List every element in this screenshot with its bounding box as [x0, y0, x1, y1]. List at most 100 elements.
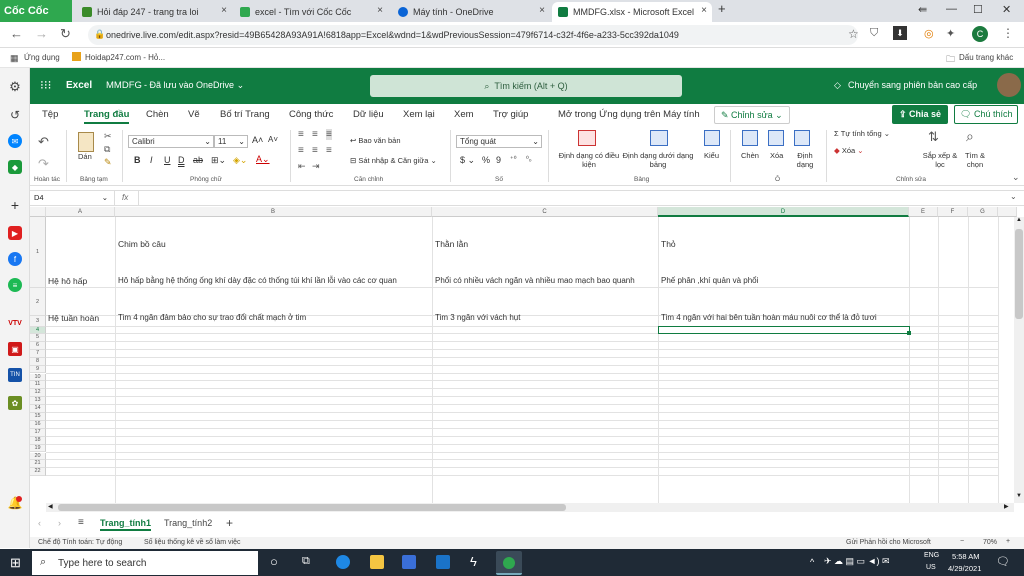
messenger-icon[interactable]: ✉ [8, 134, 22, 148]
double-underline-icon[interactable]: D [178, 155, 185, 165]
comments-button[interactable]: 🗨 Chú thích [954, 105, 1019, 124]
undo-icon[interactable]: ↶ [38, 134, 49, 150]
browser-tab-excel-active[interactable]: MMDFG.xlsx - Microsoft Excel × [552, 2, 712, 22]
format-as-table-icon[interactable] [650, 130, 668, 146]
browser-tab-excel-search[interactable]: excel - Tìm với Cốc Cốc × [234, 2, 388, 22]
zoom-in-icon[interactable]: + [1006, 538, 1010, 545]
delete-cells-label[interactable]: Xóa [770, 151, 783, 160]
add-icon[interactable]: + [8, 197, 22, 213]
new-tab-icon[interactable]: + [718, 1, 726, 16]
input-region[interactable]: US [926, 564, 936, 571]
font-size-dropdown[interactable]: 11 ⌄ [214, 135, 248, 148]
zoom-level[interactable]: 70% [983, 539, 997, 546]
insert-cells-icon[interactable] [742, 130, 758, 146]
puzzle-icon[interactable]: ✦ [946, 27, 955, 40]
collapse-ribbon-icon[interactable]: ⌄ [1012, 172, 1020, 183]
row-header-3[interactable]: 3 [30, 316, 46, 327]
fill-handle[interactable] [907, 331, 911, 335]
row-header-11[interactable]: 11 [30, 381, 46, 390]
bookmark-star-icon[interactable]: ☆ [848, 27, 859, 41]
minimize-icon[interactable]: — [946, 3, 957, 15]
spreadsheet-grid[interactable]: A B C D E F G 1 2 3 4 5 6 7 8 9 10 11 12 13 14 15 1… [30, 207, 1017, 503]
row-header-19[interactable]: 19 [30, 444, 46, 453]
cell-b2[interactable]: Hô hấp bằng hệ thống ống khí dày đặc có … [118, 276, 397, 285]
youtube-icon[interactable]: ▶ [8, 226, 22, 240]
bold-icon[interactable]: B [134, 155, 141, 165]
clear-button[interactable]: ◆ Xóa ⌄ [834, 146, 864, 155]
comma-icon[interactable]: 9 [496, 155, 501, 165]
search-box[interactable]: ⌕ Tìm kiếm (Alt + Q) [370, 75, 682, 97]
font-color-icon[interactable]: A⌄ [256, 154, 270, 165]
radio-icon[interactable]: TIN [8, 368, 22, 382]
find-select-icon[interactable]: ⌕ [966, 128, 974, 145]
tab-review[interactable]: Xem lại [403, 109, 435, 120]
clock-date[interactable]: 4/29/2021 [948, 564, 981, 573]
col-header-g[interactable]: G [968, 207, 998, 217]
news-icon[interactable]: ▣ [8, 342, 22, 356]
cell-a2[interactable]: Hệ hô hấp [48, 276, 87, 286]
mail-icon[interactable] [436, 555, 450, 569]
tab-formulas[interactable]: Công thức [289, 109, 333, 120]
workbook-stats[interactable]: Số liệu thống kê về sổ làm việc [144, 539, 241, 546]
extension-icon[interactable]: ◎ [924, 27, 934, 40]
profile-avatar[interactable]: C [972, 26, 988, 42]
tab-data[interactable]: Dữ liệu [353, 109, 384, 120]
row-header-17[interactable]: 17 [30, 428, 46, 437]
align-center-icon[interactable]: ≡ [312, 145, 318, 156]
row-header-22[interactable]: 22 [30, 468, 46, 477]
function-icon[interactable]: fx [122, 193, 128, 202]
format-as-table-label[interactable]: Định dạng dưới dạng bảng [622, 151, 694, 169]
col-header-b[interactable]: B [115, 207, 432, 217]
selected-cell-d4[interactable] [658, 326, 910, 334]
cell-a3[interactable]: Hệ tuần hoàn [48, 313, 99, 323]
tray-up-icon[interactable]: ^ [810, 557, 814, 567]
col-header-d[interactable]: D [658, 207, 909, 217]
row-header-21[interactable]: 21 [30, 460, 46, 469]
browser-tab-hoidap[interactable]: Hỏi đáp 247 - trang tra loi × [76, 2, 232, 22]
col-header-c[interactable]: C [432, 207, 658, 217]
name-box[interactable]: D4 ⌄ [32, 193, 112, 204]
next-sheet-icon[interactable]: › [58, 518, 61, 528]
store-icon[interactable] [402, 555, 416, 569]
scroll-down-icon[interactable]: ▼ [1016, 493, 1022, 499]
shield-icon[interactable]: ⛉ [870, 27, 878, 40]
history-icon[interactable]: ↺ [8, 108, 22, 122]
align-middle-icon[interactable]: ≡ [312, 129, 318, 140]
document-name[interactable]: MMDFG [106, 80, 142, 91]
open-desktop-app[interactable]: Mở trong Ứng dụng trên Máy tính [558, 109, 700, 120]
tab-file[interactable]: Tệp [42, 109, 58, 120]
decrease-indent-icon[interactable]: ⇤ [298, 161, 306, 172]
browser-tab-onedrive[interactable]: Máy tính - OneDrive × [392, 2, 550, 22]
scroll-up-icon[interactable]: ▲ [1016, 217, 1022, 223]
row-header-16[interactable]: 16 [30, 420, 46, 429]
percent-icon[interactable]: % [482, 155, 490, 165]
share-button[interactable]: ⇪ Chia sẻ [892, 105, 949, 124]
strikethrough-icon[interactable]: ab [193, 155, 203, 165]
coccoc-logo[interactable]: Cốc Cốc [0, 0, 72, 22]
horizontal-scrollbar[interactable]: ◀ ▶ [46, 503, 1014, 512]
cell-b1[interactable]: Chim bồ câu [118, 239, 166, 249]
paste-label[interactable]: Dán [78, 152, 92, 161]
increase-indent-icon[interactable]: ⇥ [312, 161, 320, 172]
vertical-scrollbar[interactable]: ▲ ▼ [1014, 217, 1024, 503]
redo-icon[interactable]: ↷ [38, 156, 49, 172]
menu-dots-icon[interactable]: ⋮ [1002, 26, 1014, 40]
col-header-e[interactable]: E [909, 207, 938, 217]
notifications-icon[interactable]: 🗨 [996, 555, 1010, 568]
zoom-out-icon[interactable]: − [960, 538, 964, 545]
align-right-icon[interactable]: ≡ [326, 145, 332, 156]
calc-mode[interactable]: Chế độ Tính toán: Tự động [38, 539, 122, 546]
all-sheets-icon[interactable]: ≡ [78, 517, 84, 528]
decrease-decimal-icon[interactable]: ⁰₀ [526, 155, 532, 163]
cut-icon[interactable]: ✂ [104, 131, 112, 142]
cell-b3[interactable]: Tim 4 ngăn đảm bảo cho sự trao đổi chất … [118, 313, 306, 322]
settings-gear-icon[interactable]: ⚙ [8, 79, 22, 94]
row-header-20[interactable]: 20 [30, 452, 46, 461]
row-header-10[interactable]: 10 [30, 373, 46, 382]
tab-home[interactable]: Trang đầu [84, 109, 130, 124]
formula-input[interactable] [142, 192, 1002, 204]
fill-color-icon[interactable]: ◈⌄ [233, 155, 247, 166]
add-sheet-icon[interactable]: + [226, 516, 233, 530]
col-header-a[interactable]: A [46, 207, 115, 217]
italic-icon[interactable]: I [150, 155, 153, 165]
